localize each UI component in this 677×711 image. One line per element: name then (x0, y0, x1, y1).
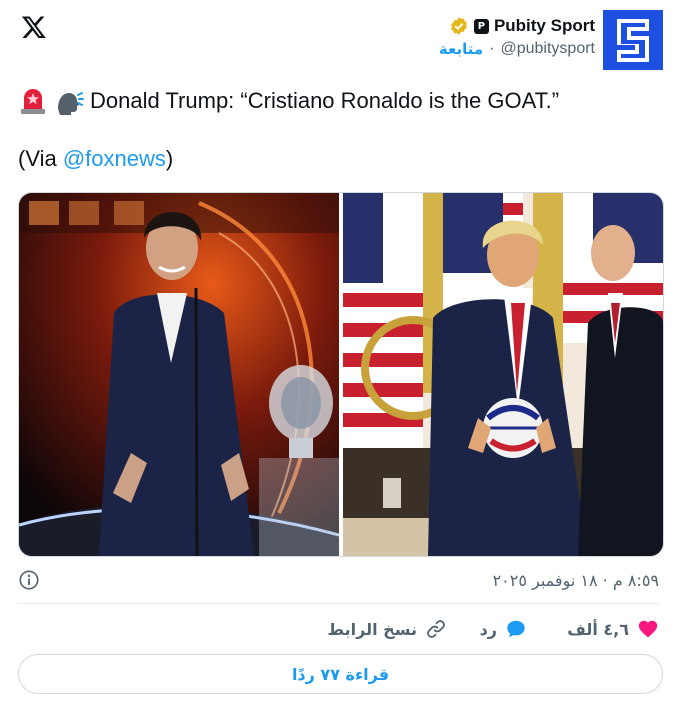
siren-emoji-icon (21, 89, 45, 114)
reply-icon (507, 620, 525, 638)
author-info: P Pubity Sport متابعة · @pubitysport (439, 10, 595, 58)
read-replies-button[interactable]: قراءة ٧٧ ردًا (18, 654, 663, 694)
reply-label: رد (479, 619, 497, 639)
like-button[interactable]: ٤,٦ ألف (567, 618, 659, 640)
timestamp[interactable]: ٨:٥٩ م · ١٨ نوفمبر ٢٠٢٥ (493, 571, 659, 590)
copy-link-button[interactable]: نسخ الرابط (328, 618, 447, 640)
tweet-text: Donald Trump: “Cristiano Ronaldo is the … (18, 86, 559, 174)
tweet-header: P Pubity Sport متابعة · @pubitysport (439, 10, 663, 70)
tweet-line-2: (Via @foxnews) (18, 144, 559, 174)
heart-icon (638, 620, 658, 638)
actions-row: ٤,٦ ألف رد نسخ الرابط (0, 618, 677, 644)
divider (18, 603, 659, 604)
mention-link[interactable]: @foxnews (63, 146, 166, 171)
tweet-line-1-text: Donald Trump: “Cristiano Ronaldo is the … (90, 88, 560, 113)
media-grid (18, 192, 664, 557)
copy-link-label: نسخ الرابط (327, 619, 417, 639)
handle-row: متابعة · @pubitysport (439, 40, 595, 58)
link-icon (427, 620, 445, 638)
avatar[interactable] (603, 10, 663, 70)
separator-dot: · (489, 40, 495, 57)
cristiano-ronaldo-on-stage-photo[interactable] (19, 193, 339, 556)
handle[interactable]: @pubitysport (500, 40, 595, 58)
display-name[interactable]: Pubity Sport (494, 16, 595, 36)
via-prefix: (Via (18, 146, 63, 171)
pubity-logo-icon (603, 10, 663, 70)
via-suffix: ) (165, 146, 174, 171)
reply-button[interactable]: رد (480, 618, 527, 640)
speaking-head-emoji-icon (58, 92, 84, 115)
meta-row: ٨:٥٩ م · ١٨ نوفمبر ٢٠٢٥ (18, 568, 659, 592)
tweet-line-1: Donald Trump: “Cristiano Ronaldo is the … (18, 86, 559, 116)
donald-trump-holding-football-photo[interactable] (343, 193, 663, 556)
follow-button[interactable]: متابعة (439, 40, 483, 58)
info-icon[interactable] (18, 569, 40, 591)
verified-icon (451, 17, 467, 35)
like-count: ٤,٦ ألف (567, 619, 629, 639)
x-logo-icon[interactable] (20, 14, 48, 40)
affiliate-badge: P (473, 18, 489, 34)
author-name-row[interactable]: P Pubity Sport (449, 16, 595, 36)
